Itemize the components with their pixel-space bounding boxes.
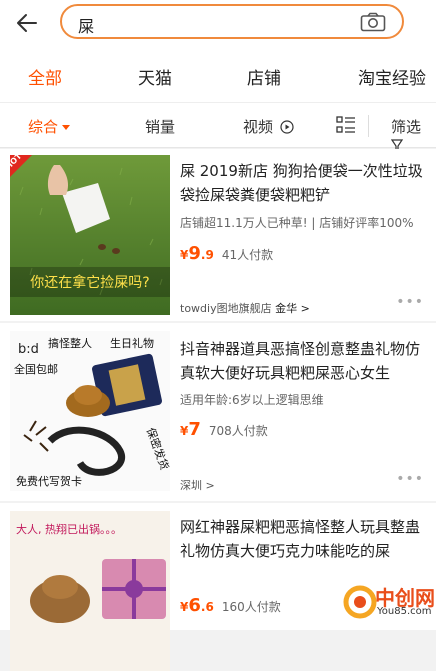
search-bar[interactable]: 屎: [60, 4, 404, 39]
product-title[interactable]: 抖音神器道具恶搞怪创意整蛊礼物仿真软大便好玩具粑粑屎恶心女生: [180, 337, 426, 385]
play-circle-icon: [280, 120, 294, 134]
svg-text:免费代写贺卡: 免费代写贺卡: [16, 474, 82, 488]
more-options-icon[interactable]: •••: [396, 294, 424, 310]
prank-toy-photo: b:d 搞怪整人 生日礼物 全国包邮 保密发货 免费代写贺卡: [10, 331, 170, 491]
chocolate-gift-photo: 大人, 热翔已出锅。。。: [10, 511, 170, 671]
sort-video-label: 视频: [243, 118, 274, 136]
grass-photo: 你还在拿它捡屎吗?: [10, 155, 170, 315]
sort-comprehensive-label: 综合: [28, 118, 59, 136]
category-tabs: 全部 天猫 店铺 淘宝经验: [0, 50, 436, 102]
back-arrow-icon[interactable]: [14, 10, 40, 36]
tab-all[interactable]: 全部: [28, 64, 62, 89]
sort-video[interactable]: 视频: [243, 116, 294, 137]
product-price: ¥7 708人付款: [180, 419, 268, 440]
divider: [368, 115, 369, 137]
sold-count: 708人付款: [208, 424, 268, 438]
shop-name[interactable]: towdiy图地旗舰店 金华 >: [180, 300, 310, 316]
product-image[interactable]: 你还在拿它捡屎吗? HOT: [10, 155, 170, 315]
svg-text:b:d: b:d: [18, 342, 39, 357]
product-title[interactable]: 网红神器屎粑粑恶搞怪整人玩具整蛊礼物仿真大便巧克力味能吃的屎: [180, 515, 426, 563]
product-card[interactable]: 你还在拿它捡屎吗? HOT 屎 2019新店 狗狗拾便袋一次性垃圾袋捡屎袋粪便袋…: [0, 149, 436, 321]
tab-shops[interactable]: 店铺: [247, 64, 281, 89]
product-title[interactable]: 屎 2019新店 狗狗拾便袋一次性垃圾袋捡屎袋粪便袋粑粑铲: [180, 159, 426, 207]
sort-sales[interactable]: 销量: [145, 116, 175, 137]
image-caption: 你还在拿它捡屎吗?: [30, 274, 149, 291]
product-image[interactable]: b:d 搞怪整人 生日礼物 全国包邮 保密发货 免费代写贺卡: [10, 331, 170, 491]
svg-text:生日礼物: 生日礼物: [110, 336, 154, 350]
sort-bar: 综合 销量 视频 筛选: [0, 102, 436, 154]
svg-text:全国包邮: 全国包邮: [14, 362, 58, 376]
camera-icon[interactable]: [360, 12, 386, 32]
svg-text:大人, 热翔已出锅。。。: 大人, 热翔已出锅。。。: [16, 522, 122, 536]
product-price: ¥9.9 41人付款: [180, 243, 274, 264]
product-subtitle: 适用年龄:6岁以上逻辑思维: [180, 393, 324, 407]
search-input[interactable]: 屎: [78, 13, 94, 37]
watermark-subtext: You85.com: [377, 606, 432, 617]
product-price: ¥6.6 160人付款: [180, 595, 281, 616]
dropdown-triangle-icon: [62, 125, 71, 130]
sort-comprehensive[interactable]: 综合: [28, 116, 71, 137]
product-subtitle: 店铺超11.1万人已种草! | 店铺好评率100%: [180, 216, 414, 230]
svg-text:搞怪整人: 搞怪整人: [48, 336, 92, 350]
product-card[interactable]: b:d 搞怪整人 生日礼物 全国包邮 保密发货 免费代写贺卡 抖音神器道具恶搞怪…: [0, 323, 436, 501]
sold-count: 41人付款: [221, 248, 274, 262]
shop-location[interactable]: 深圳 >: [180, 477, 215, 493]
sold-count: 160人付款: [221, 600, 281, 614]
filter-label: 筛选: [391, 118, 422, 136]
tab-tmall[interactable]: 天猫: [138, 64, 172, 89]
list-view-icon[interactable]: [336, 115, 356, 135]
tab-taobao-experience[interactable]: 淘宝经验: [358, 64, 426, 89]
header: 屎: [0, 0, 436, 50]
product-image[interactable]: 大人, 热翔已出锅。。。: [10, 511, 170, 671]
more-options-icon[interactable]: •••: [396, 471, 424, 487]
